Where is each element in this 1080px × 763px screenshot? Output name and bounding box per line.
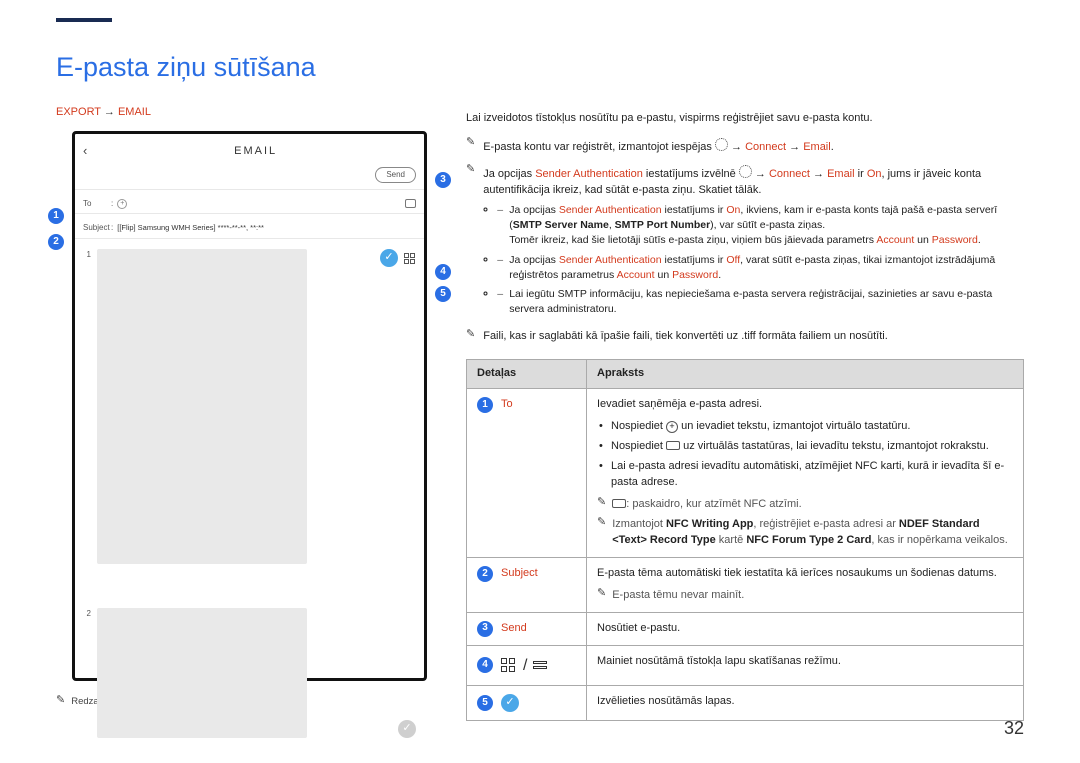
left-column: EXPORT → EMAIL 1 2 3 4 5 ‹ EMAIL Send To… [56, 105, 436, 721]
subject-label: Subject [83, 222, 111, 234]
right-column: Lai izveidotos tīstokļus nosūtītu pa e-p… [466, 105, 1024, 721]
page-unselected-icon[interactable]: ✓ [398, 720, 416, 738]
page-thumbnails: 1 ✓ 2 ✓ [75, 243, 424, 744]
note-icon: ✎ [597, 517, 606, 528]
table-row: 4 / Mainiet nosūtāmā tīstokļa lapu skatī… [467, 645, 1024, 685]
table-row: 3 Send Nosūtiet e-pastu. [467, 612, 1024, 645]
sub-item: Ja opcijas Sender Authentication iestatī… [497, 253, 1024, 283]
sub-item: Ja opcijas Sender Authentication iestatī… [497, 203, 1024, 249]
thumb-page-number: 2 [83, 608, 91, 620]
page-title: E-pasta ziņu sūtīšana [56, 48, 1024, 87]
info-item: ✎ Ja opcijas Sender Authentication iesta… [466, 164, 1024, 321]
sub-item: Lai iegūtu SMTP informāciju, kas nepieci… [497, 287, 1024, 317]
device-header: ‹ EMAIL [75, 134, 424, 167]
to-label: To [83, 198, 111, 210]
nfc-icon[interactable] [405, 199, 416, 208]
page-thumbnail[interactable] [97, 608, 307, 738]
subject-separator: : [111, 222, 113, 234]
view-mode-icons: / [501, 654, 547, 677]
to-field[interactable]: To : + [75, 194, 424, 214]
intro-text: Lai izveidotos tīstokļus nosūtītu pa e-p… [466, 111, 1024, 127]
add-recipient-icon[interactable]: + [117, 199, 127, 209]
view-grid-icon[interactable] [404, 253, 416, 264]
table-row: 5 ✓ Izvēlieties nosūtāmās lapas. [467, 685, 1024, 720]
breadcrumb-email: EMAIL [118, 106, 151, 118]
info-list: ✎ E-pasta kontu var reģistrēt, izmantojo… [466, 137, 1024, 345]
note-icon: ✎ [466, 164, 475, 175]
row-num-1: 1 [477, 397, 493, 413]
nfc-icon [612, 499, 626, 508]
info-item: ✎ Faili, kas ir saglabāti kā īpašie fail… [466, 329, 1024, 345]
row-desc: Ievadiet saņēmēja e-pasta adresi. Nospie… [587, 389, 1024, 558]
arrow-icon: → [104, 106, 115, 118]
info-text: E-pasta kontu var reģistrēt, izmantojot … [483, 137, 834, 156]
list-icon [533, 661, 547, 669]
add-icon: + [666, 421, 678, 433]
row-label-to: To [501, 397, 513, 413]
back-icon[interactable]: ‹ [83, 142, 87, 161]
keyboard-icon [666, 441, 680, 450]
row-num-3: 3 [477, 621, 493, 637]
note-icon: ✎ [56, 695, 65, 706]
info-text: Ja opcijas Sender Authentication iestatī… [483, 164, 1024, 321]
th-details: Detaļas [467, 360, 587, 389]
th-description: Apraksts [587, 360, 1024, 389]
list-item: Nospiediet + un ievadiet tekstu, izmanto… [597, 419, 1013, 435]
breadcrumb-export: EXPORT [56, 106, 101, 118]
info-item: ✎ E-pasta kontu var reģistrēt, izmantojo… [466, 137, 1024, 156]
info-text: Faili, kas ir saglabāti kā īpašie faili,… [483, 329, 888, 345]
note-icon: ✎ [597, 497, 606, 508]
list-item: Lai e-pasta adresi ievadītu automātiski,… [597, 459, 1013, 491]
note-icon: ✎ [597, 588, 606, 599]
list-item: Nospiediet uz virtuālās tastatūras, lai … [597, 439, 1013, 455]
to-separator: : [111, 198, 113, 210]
device-screenshot: 1 2 3 4 5 ‹ EMAIL Send To : + Subject [72, 131, 427, 681]
breadcrumb: EXPORT → EMAIL [56, 105, 436, 121]
row-desc: Mainiet nosūtāmā tīstokļa lapu skatīšana… [587, 645, 1024, 685]
check-icon: ✓ [501, 694, 519, 712]
row-label-subject: Subject [501, 566, 538, 582]
callout-4: 4 [435, 264, 451, 280]
sub-list: Ja opcijas Sender Authentication iestatī… [497, 203, 1024, 318]
table-row: 2 Subject E-pasta tēma automātiski tiek … [467, 557, 1024, 612]
subject-value: [[Flip] Samsung WMH Series] ****-**-**, … [117, 223, 264, 234]
row-label-send: Send [501, 621, 527, 637]
gear-icon [715, 138, 728, 151]
page-selected-icon[interactable]: ✓ [380, 249, 398, 267]
send-button[interactable]: Send [375, 167, 416, 183]
device-title: EMAIL [95, 144, 416, 160]
grid-icon [501, 658, 517, 672]
main-layout: EXPORT → EMAIL 1 2 3 4 5 ‹ EMAIL Send To… [56, 105, 1024, 721]
note-icon: ✎ [466, 329, 475, 340]
callout-2: 2 [48, 234, 64, 250]
callout-1: 1 [48, 208, 64, 224]
table-row: 1 To Ievadiet saņēmēja e-pasta adresi. N… [467, 389, 1024, 558]
callout-5: 5 [435, 286, 451, 302]
callout-3: 3 [435, 172, 451, 188]
details-table: Detaļas Apraksts 1 To Ievadiet saņēmēja … [466, 359, 1024, 721]
page-number: 32 [1004, 715, 1024, 741]
row-num-4: 4 [477, 657, 493, 673]
page-thumbnail[interactable] [97, 249, 307, 564]
row-desc: E-pasta tēma automātiski tiek iestatīta … [587, 557, 1024, 612]
accent-bar [56, 18, 112, 22]
gear-icon [739, 165, 752, 178]
row-desc: Izvēlieties nosūtāmās lapas. [587, 685, 1024, 720]
row-num-5: 5 [477, 695, 493, 711]
row-num-2: 2 [477, 566, 493, 582]
note-icon: ✎ [466, 137, 475, 148]
row-desc: Nosūtiet e-pastu. [587, 612, 1024, 645]
subject-field: Subject : [[Flip] Samsung WMH Series] **… [75, 218, 424, 238]
thumb-page-number: 1 [83, 249, 91, 261]
